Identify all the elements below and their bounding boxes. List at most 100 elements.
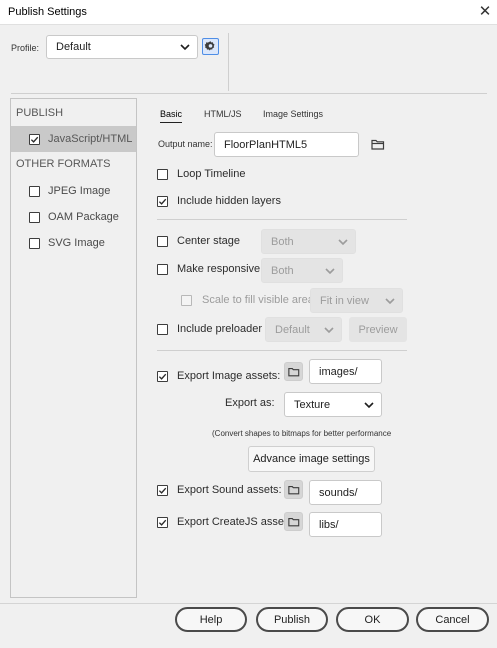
javascript-html-checkbox[interactable] bbox=[29, 133, 40, 145]
format-item-javascript-html[interactable]: JavaScript/HTML bbox=[11, 126, 136, 152]
help-button[interactable]: Help bbox=[175, 607, 247, 632]
include-preloader-checkbox[interactable] bbox=[157, 323, 168, 335]
loop-timeline-row[interactable]: Loop Timeline bbox=[157, 168, 246, 180]
close-icon[interactable]: ✕ bbox=[476, 3, 494, 21]
make-responsive-row[interactable]: Make responsive bbox=[157, 263, 260, 275]
checkmark-icon bbox=[30, 136, 39, 143]
tab-image-settings[interactable]: Image Settings bbox=[263, 109, 323, 119]
include-hidden-layers-label: Include hidden layers bbox=[177, 195, 281, 207]
format-item-jpeg[interactable]: JPEG Image bbox=[11, 178, 136, 204]
sound-assets-path: sounds/ bbox=[319, 486, 358, 499]
scale-to-fill-label: Scale to fill visible area bbox=[202, 294, 314, 306]
include-hidden-layers-checkbox[interactable] bbox=[157, 195, 168, 207]
image-assets-folder-button[interactable] bbox=[284, 362, 303, 381]
make-responsive-value: Both bbox=[271, 264, 294, 277]
center-stage-label: Center stage bbox=[177, 235, 240, 247]
export-as-label: Export as: bbox=[225, 397, 275, 409]
sound-assets-path-input[interactable]: sounds/ bbox=[309, 480, 382, 505]
format-item-oam[interactable]: OAM Package bbox=[11, 204, 136, 230]
export-sound-assets-row[interactable]: Export Sound assets: bbox=[157, 484, 282, 496]
folder-icon bbox=[287, 485, 299, 494]
format-list-panel: PUBLISH JavaScript/HTML OTHER FORMATS JP… bbox=[10, 98, 137, 598]
convert-shapes-note: (Convert shapes to bitmaps for better pe… bbox=[212, 429, 392, 438]
image-assets-path: images/ bbox=[319, 365, 358, 378]
chevron-down-icon bbox=[338, 238, 348, 245]
center-stage-row[interactable]: Center stage bbox=[157, 235, 240, 247]
chevron-down-icon bbox=[325, 267, 335, 274]
output-name-label: Output name: bbox=[158, 139, 213, 149]
section-divider bbox=[157, 350, 407, 351]
format-item-label: JPEG Image bbox=[48, 185, 111, 197]
createjs-assets-path: libs/ bbox=[319, 518, 339, 531]
include-preloader-row[interactable]: Include preloader bbox=[157, 323, 262, 335]
scale-to-fill-select[interactable]: Fit in view bbox=[310, 288, 403, 313]
toolbar-separator bbox=[228, 33, 229, 91]
createjs-assets-path-input[interactable]: libs/ bbox=[309, 512, 382, 537]
checkmark-icon bbox=[158, 198, 167, 205]
export-sound-assets-label: Export Sound assets: bbox=[177, 484, 282, 496]
format-item-label: JavaScript/HTML bbox=[48, 133, 133, 145]
tab-html-js[interactable]: HTML/JS bbox=[204, 109, 242, 119]
format-item-svg[interactable]: SVG Image bbox=[11, 230, 136, 256]
loop-timeline-label: Loop Timeline bbox=[177, 168, 246, 180]
scale-to-fill-row[interactable]: Scale to fill visible area bbox=[181, 294, 314, 306]
output-name-input[interactable]: FloorPlanHTML5 bbox=[214, 132, 359, 157]
export-createjs-assets-checkbox[interactable] bbox=[157, 516, 168, 528]
folder-icon bbox=[371, 139, 385, 150]
chevron-down-icon bbox=[180, 44, 190, 51]
publish-section-header: PUBLISH bbox=[16, 107, 64, 119]
scale-to-fill-checkbox[interactable] bbox=[181, 294, 192, 306]
createjs-assets-folder-button[interactable] bbox=[284, 512, 303, 531]
include-preloader-label: Include preloader bbox=[177, 323, 263, 335]
checkmark-icon bbox=[158, 487, 167, 494]
preloader-preview-button[interactable]: Preview bbox=[349, 317, 407, 342]
tab-basic[interactable]: Basic bbox=[160, 109, 183, 123]
other-formats-header: OTHER FORMATS bbox=[16, 158, 111, 170]
export-sound-assets-checkbox[interactable] bbox=[157, 484, 168, 496]
format-item-label: OAM Package bbox=[48, 211, 119, 223]
make-responsive-checkbox[interactable] bbox=[157, 263, 168, 275]
preloader-value: Default bbox=[275, 323, 310, 336]
svg-checkbox[interactable] bbox=[29, 237, 40, 249]
chevron-down-icon bbox=[385, 297, 395, 304]
folder-icon bbox=[287, 367, 299, 376]
export-createjs-assets-row[interactable]: Export CreateJS assets: bbox=[157, 516, 296, 528]
output-folder-button[interactable] bbox=[370, 137, 386, 151]
window-title: Publish Settings bbox=[8, 6, 87, 18]
export-createjs-assets-label: Export CreateJS assets: bbox=[177, 516, 296, 528]
section-divider bbox=[157, 219, 407, 220]
cancel-button[interactable]: Cancel bbox=[416, 607, 489, 632]
header-divider bbox=[11, 93, 487, 94]
export-image-assets-row[interactable]: Export Image assets: bbox=[157, 370, 280, 382]
preloader-select[interactable]: Default bbox=[265, 317, 342, 342]
make-responsive-label: Make responsive bbox=[177, 263, 261, 275]
center-stage-value: Both bbox=[271, 235, 294, 248]
chevron-down-icon bbox=[364, 401, 374, 408]
advance-image-settings-button[interactable]: Advance image settings bbox=[248, 446, 375, 472]
include-hidden-layers-row[interactable]: Include hidden layers bbox=[157, 195, 281, 207]
checkmark-icon bbox=[158, 373, 167, 380]
sound-assets-folder-button[interactable] bbox=[284, 480, 303, 499]
profile-options-button[interactable] bbox=[202, 38, 219, 55]
gear-icon bbox=[204, 41, 215, 51]
profile-label: Profile: bbox=[11, 43, 40, 53]
center-stage-checkbox[interactable] bbox=[157, 235, 168, 247]
export-as-select[interactable]: Texture bbox=[284, 392, 382, 417]
loop-timeline-checkbox[interactable] bbox=[157, 168, 168, 180]
output-name-value: FloorPlanHTML5 bbox=[224, 138, 308, 151]
center-stage-select[interactable]: Both bbox=[261, 229, 356, 254]
image-assets-path-input[interactable]: images/ bbox=[309, 359, 382, 384]
format-item-label: SVG Image bbox=[48, 237, 105, 249]
ok-button[interactable]: OK bbox=[336, 607, 409, 632]
jpeg-checkbox[interactable] bbox=[29, 185, 40, 197]
make-responsive-select[interactable]: Both bbox=[261, 258, 343, 283]
profile-select-value: Default bbox=[56, 41, 91, 53]
export-as-value: Texture bbox=[294, 398, 331, 411]
publish-button[interactable]: Publish bbox=[256, 607, 328, 632]
folder-icon bbox=[287, 517, 299, 526]
scale-to-fill-value: Fit in view bbox=[320, 294, 369, 307]
footer-divider bbox=[0, 603, 497, 604]
export-image-assets-checkbox[interactable] bbox=[157, 370, 168, 382]
profile-select[interactable]: Default bbox=[46, 35, 198, 59]
oam-checkbox[interactable] bbox=[29, 211, 40, 223]
